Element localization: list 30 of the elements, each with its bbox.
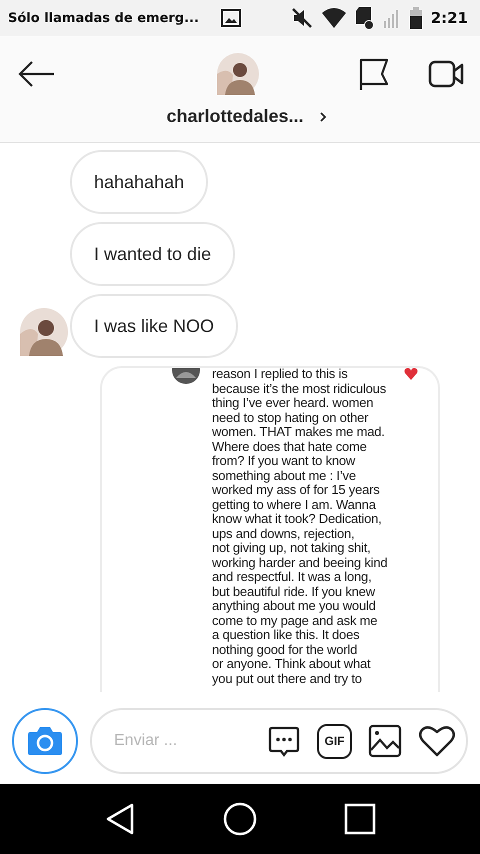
comment-text-line: thing I’ve ever heard. women bbox=[212, 396, 374, 410]
comment-text-line: women. THAT makes me mad. bbox=[212, 425, 385, 440]
comment-text-line: getting to where I am. Wanna bbox=[212, 498, 376, 512]
comment-text-line: reason I replied to this is bbox=[212, 368, 348, 382]
comment-text-line: know what it took? Dedication, bbox=[212, 512, 382, 526]
clock-text: 2:21 bbox=[430, 9, 468, 27]
comment-text-line: from? If you want to know bbox=[212, 454, 356, 468]
comment-text-line: ups and downs, rejection, bbox=[212, 526, 354, 541]
username-link[interactable]: charlottedales... bbox=[152, 106, 328, 127]
comment-text-line: and respectful. It was a long, bbox=[212, 570, 372, 584]
comment-text-line: need to stop hating on other bbox=[212, 410, 368, 425]
comment-text-line: you put out there and try to bbox=[212, 672, 362, 686]
comment-text-line: but beautiful ride. If you knew bbox=[212, 584, 375, 599]
comment-text-line: nothing good for the world bbox=[212, 642, 358, 657]
gif-button[interactable]: GIF bbox=[317, 724, 352, 758]
comment-text-line: anything about me you would bbox=[212, 599, 376, 614]
message-bubble: hahahahah bbox=[70, 150, 208, 214]
notification-text: Sólo llamadas de emerg... bbox=[8, 10, 199, 26]
comment-text-line: something about me : I’ve bbox=[212, 468, 356, 483]
message-bubble: I was like NOO bbox=[70, 294, 238, 358]
comment-text-line: come to my page and ask me bbox=[212, 614, 378, 628]
comment-text-line: working harder and beeing kind bbox=[212, 556, 388, 570]
message-input-field[interactable]: Enviar ... bbox=[112, 731, 251, 751]
comment-text-line: worked my ass of for 15 years bbox=[212, 483, 380, 498]
comment-text-line: not giving up, not taking shit, bbox=[212, 541, 371, 556]
message-bubble: I wanted to die bbox=[70, 222, 236, 286]
comment-text-line: because it’s the most ridiculous bbox=[212, 382, 386, 396]
comment-text-line: Where does that hate come bbox=[212, 440, 367, 454]
comment-text-line: a question like this. It does bbox=[212, 628, 360, 642]
comment-text-line: or anyone. Think about what bbox=[212, 657, 370, 672]
